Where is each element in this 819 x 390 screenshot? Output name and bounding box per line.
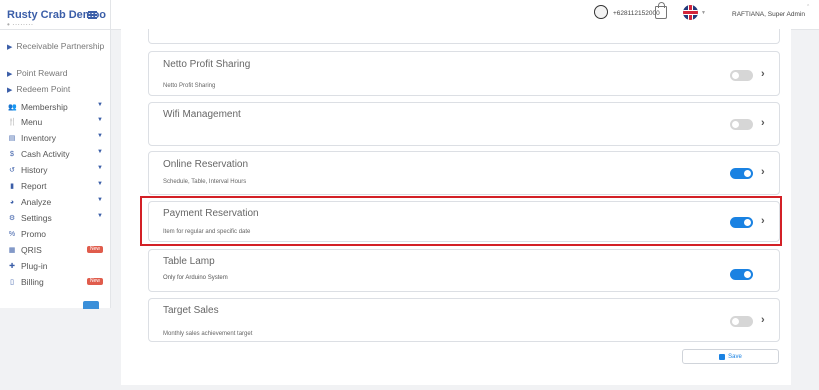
chevron-right-icon[interactable]: › bbox=[761, 117, 765, 129]
setting-title: Table Lamp bbox=[163, 256, 215, 267]
sidebar-item-label: Menu bbox=[21, 117, 43, 127]
toggle-online-reservation[interactable] bbox=[730, 168, 753, 179]
setting-description: Schedule, Table, Interval Hours bbox=[163, 179, 247, 185]
sidebar-item-label: Inventory bbox=[21, 133, 56, 143]
cutlery-icon: 🍴 bbox=[8, 119, 17, 126]
chevron-right-icon: ▶ bbox=[7, 44, 13, 51]
setting-card-table-lamp: Table Lamp Only for Arduino System bbox=[148, 249, 780, 292]
sidebar-item-cash-activity[interactable]: $ Cash Activity ▼ bbox=[8, 148, 103, 160]
app-root: +628112152000 ▼ RAFTIANA, Super Admin ⌃ … bbox=[0, 0, 819, 390]
save-label: Save bbox=[728, 353, 742, 360]
users-icon: 👥 bbox=[8, 104, 17, 111]
setting-card-target-sales: Target Sales Monthly sales achievement t… bbox=[148, 298, 780, 342]
setting-title: Online Reservation bbox=[163, 159, 249, 170]
chevron-down-icon: ▼ bbox=[97, 149, 103, 155]
sidebar-item-label: Report bbox=[21, 181, 47, 191]
chevron-down-icon: ▼ bbox=[97, 165, 103, 171]
toggle-target-sales[interactable] bbox=[730, 316, 753, 327]
receipt-icon: ▯ bbox=[10, 279, 14, 286]
submenu-label: Redeem Point bbox=[16, 84, 71, 94]
setting-description: Monthly sales achievement target bbox=[163, 331, 253, 337]
submenu-label: Point Reward bbox=[16, 68, 68, 78]
history-icon: ↺ bbox=[9, 167, 15, 174]
sidebar-item-label: Cash Activity bbox=[21, 149, 70, 159]
chevron-down-icon: ▼ bbox=[97, 133, 103, 139]
toggle-wifi-management[interactable] bbox=[730, 119, 753, 130]
sidebar-item-label: Analyze bbox=[21, 197, 52, 207]
sidebar-item-billing[interactable]: ▯ Billing New bbox=[8, 276, 103, 288]
chevron-down-icon: ▼ bbox=[97, 197, 103, 203]
sidebar-item-promo[interactable]: % Promo bbox=[8, 228, 103, 240]
sidebar-item-analyze[interactable]: ◕ Analyze ▼ bbox=[8, 196, 103, 208]
setting-description: Only for Arduino System bbox=[163, 275, 228, 281]
submenu-item-point-reward[interactable]: ▶ Point Reward bbox=[7, 68, 67, 80]
top-bar bbox=[111, 0, 819, 29]
chevron-down-icon: ▼ bbox=[97, 213, 103, 219]
sidebar-item-membership[interactable]: 👥 Membership ▼ bbox=[8, 101, 103, 113]
sidebar-item-label: Plug-in bbox=[21, 261, 48, 271]
chevron-down-icon: ▼ bbox=[97, 102, 103, 108]
setting-card-wifi-management: Wifi Management › bbox=[148, 102, 780, 146]
chevron-right-icon: ▶ bbox=[7, 71, 13, 78]
sidebar-item-history[interactable]: ↺ History ▼ bbox=[8, 164, 103, 176]
qr-code-icon: ▦ bbox=[8, 247, 16, 254]
sidebar-item-plug-in[interactable]: ✚ Plug-in bbox=[8, 260, 103, 272]
sidebar-item-qris[interactable]: ▦ QRIS New bbox=[8, 244, 103, 256]
pie-chart-icon: ◕ bbox=[9, 198, 15, 206]
phone-number: +628112152000 bbox=[613, 10, 660, 17]
setting-description: Netto Profit Sharing bbox=[163, 83, 216, 89]
box-icon: ▤ bbox=[8, 135, 16, 142]
sidebar-item-label: Promo bbox=[21, 229, 47, 239]
chevron-down-icon: ▼ bbox=[97, 117, 103, 123]
submenu-label: Receivable Partnership bbox=[16, 41, 105, 51]
setting-card-online-reservation: Online Reservation Schedule, Table, Inte… bbox=[148, 151, 780, 195]
file-icon: ▮ bbox=[10, 183, 14, 190]
uk-flag-icon[interactable] bbox=[683, 5, 698, 20]
save-button[interactable]: Save bbox=[682, 349, 779, 364]
submenu-item-redeem-point[interactable]: ▶ Redeem Point bbox=[7, 84, 70, 96]
dollar-icon: $ bbox=[10, 150, 14, 158]
sidebar-footer-area bbox=[0, 308, 111, 390]
new-badge: New bbox=[86, 246, 103, 253]
chevron-right-icon[interactable]: › bbox=[761, 68, 765, 80]
sidebar-item-label: QRIS bbox=[21, 245, 42, 255]
chevron-right-icon[interactable]: › bbox=[761, 166, 765, 178]
avatar-icon[interactable] bbox=[594, 5, 608, 19]
new-badge: New bbox=[86, 278, 103, 285]
chevron-down-icon[interactable]: ▼ bbox=[701, 10, 706, 16]
sidebar-item-label: History bbox=[21, 165, 48, 175]
sidebar-item-label: Settings bbox=[21, 213, 52, 223]
toggle-table-lamp[interactable] bbox=[730, 269, 753, 280]
sidebar-item-label: Membership bbox=[21, 102, 68, 112]
chevron-right-icon[interactable]: › bbox=[761, 314, 765, 326]
submenu-item-receivable[interactable]: ▶ Receivable Partnership bbox=[7, 41, 107, 53]
sidebar-item-inventory[interactable]: ▤ Inventory ▼ bbox=[8, 132, 103, 144]
save-icon bbox=[719, 353, 726, 360]
sidebar-item-settings[interactable]: ⚙ Settings ▼ bbox=[8, 212, 103, 224]
toggle-netto-profit-sharing[interactable] bbox=[730, 70, 753, 81]
setting-card-netto-profit-sharing: Netto Profit Sharing Netto Profit Sharin… bbox=[148, 51, 780, 96]
setting-card-partial bbox=[148, 29, 780, 44]
hamburger-menu-icon[interactable] bbox=[88, 11, 97, 19]
sidebar-item-label: Billing bbox=[21, 277, 44, 287]
sidebar-toggle-button[interactable] bbox=[83, 301, 99, 309]
setting-title: Target Sales bbox=[163, 305, 219, 316]
sidebar-item-report[interactable]: ▮ Report ▼ bbox=[8, 180, 103, 192]
clipped-submenu-item: • ········ bbox=[7, 23, 34, 29]
sidebar-item-menu[interactable]: 🍴 Menu ▼ bbox=[8, 116, 103, 128]
puzzle-icon: ✚ bbox=[9, 263, 15, 270]
highlight-box bbox=[140, 196, 782, 246]
percent-icon: % bbox=[8, 230, 16, 238]
chevron-down-icon: ▼ bbox=[97, 181, 103, 187]
user-menu[interactable]: RAFTIANA, Super Admin bbox=[732, 11, 805, 18]
shopping-bag-icon[interactable] bbox=[655, 2, 667, 19]
setting-title: Netto Profit Sharing bbox=[163, 59, 251, 70]
chevron-up-icon: ⌃ bbox=[806, 4, 811, 10]
setting-title: Wifi Management bbox=[163, 109, 241, 120]
chevron-right-icon: ▶ bbox=[7, 87, 13, 94]
gear-icon: ⚙ bbox=[8, 215, 16, 222]
